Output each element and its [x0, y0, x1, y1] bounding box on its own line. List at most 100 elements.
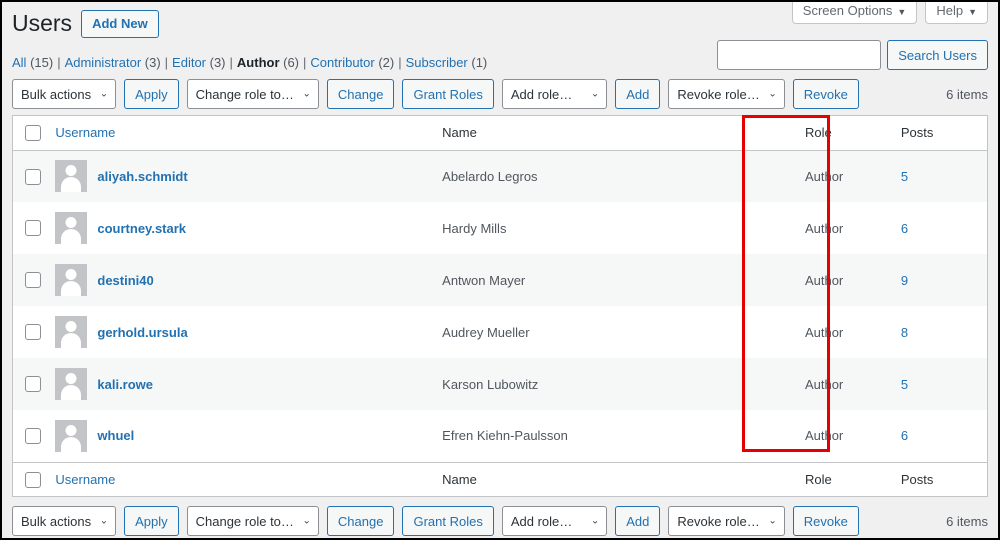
toolbar-bottom: Bulk actions ⌄ Apply Change role to… ⌄ C…: [12, 505, 988, 537]
username-cell: kali.rowe: [54, 358, 442, 410]
bulk-actions-select-top[interactable]: Bulk actions ⌄: [12, 79, 117, 109]
posts-cell: 6: [900, 202, 987, 254]
row-checkbox[interactable]: [25, 376, 41, 393]
filter-link-editor[interactable]: Editor: [172, 55, 206, 70]
chevron-down-icon: ⌄: [768, 515, 777, 527]
role-filter-links: All (15) | Administrator (3) | Editor (3) | Au…: [12, 55, 487, 70]
username-link[interactable]: gerhold.ursula: [97, 325, 187, 340]
add-role-label: Add role…: [510, 513, 573, 529]
chevron-down-icon: ⌄: [768, 88, 777, 100]
row-select-cell: [13, 202, 54, 254]
row-checkbox[interactable]: [25, 220, 41, 237]
posts-count-link[interactable]: 8: [901, 325, 908, 340]
role-cell: Author: [804, 428, 844, 444]
filter-count: (3): [141, 55, 161, 70]
add-role-label: Add role…: [510, 86, 573, 102]
grant-roles-button-bottom[interactable]: Grant Roles: [402, 506, 494, 536]
table-row: gerhold.ursula Audrey Mueller Author 8: [13, 306, 987, 358]
page-title: Users: [12, 10, 73, 37]
posts-cell: 5: [899, 150, 987, 202]
role-cell: Author: [804, 220, 844, 236]
column-footer-username[interactable]: Username: [54, 461, 442, 496]
column-header-username[interactable]: Username: [54, 116, 442, 151]
row-select-cell: [13, 150, 55, 202]
username-link[interactable]: courtney.stark: [97, 221, 186, 236]
add-button-top[interactable]: Add: [615, 79, 661, 109]
add-button-bottom[interactable]: Add: [615, 506, 661, 536]
filter-link-administrator[interactable]: Administrator: [65, 55, 142, 70]
filter-link-author[interactable]: Author: [237, 55, 280, 70]
change-role-label: Change role to…: [195, 513, 294, 529]
username-link[interactable]: destini40: [97, 273, 153, 288]
filter-separator: |: [57, 55, 61, 70]
items-count-bottom: 6 items: [946, 513, 988, 529]
chevron-down-icon: ⌄: [99, 88, 109, 100]
table-row: whuel Efren Kiehn-Paulsson Author 6: [13, 410, 987, 462]
chevron-down-icon: ⌄: [302, 515, 311, 527]
change-button-top[interactable]: Change: [326, 79, 395, 109]
revoke-button-top[interactable]: Revoke: [792, 79, 859, 109]
search-input[interactable]: [717, 40, 882, 70]
table-body: aliyah.schmidt Abelardo Legros Author 5 cour…: [13, 150, 987, 462]
row-checkbox[interactable]: [25, 272, 41, 289]
name-cell: Karson Lubowitz: [441, 358, 804, 410]
select-all-checkbox-footer[interactable]: [25, 471, 41, 488]
add-new-button[interactable]: Add New: [81, 10, 159, 39]
posts-count-link[interactable]: 5: [901, 169, 908, 184]
filter-separator: |: [229, 55, 233, 70]
row-checkbox[interactable]: [25, 324, 41, 341]
revoke-button-bottom[interactable]: Revoke: [792, 506, 859, 536]
posts-count-link[interactable]: 6: [901, 428, 908, 443]
posts-count-link[interactable]: 5: [901, 377, 908, 392]
name-cell: Efren Kiehn-Paulsson: [442, 428, 568, 444]
revoke-role-select-bottom[interactable]: Revoke role… ⌄: [668, 506, 785, 536]
avatar: [55, 419, 88, 452]
add-role-select-top[interactable]: Add role… ⌄: [501, 79, 608, 109]
username-sort-link[interactable]: Username: [55, 125, 115, 140]
name-cell: Hardy Mills: [442, 220, 507, 236]
column-header-name: Name: [441, 116, 804, 151]
screen-options-tab[interactable]: Screen Options ▼: [791, 2, 918, 25]
revoke-role-select-top[interactable]: Revoke role… ⌄: [668, 79, 785, 109]
page-header: Users Add New: [12, 10, 159, 39]
column-footer-name: Name: [441, 461, 804, 496]
posts-count-link[interactable]: 9: [901, 273, 908, 288]
select-all-header: [13, 116, 55, 151]
help-tab[interactable]: Help ▼: [925, 2, 988, 25]
select-all-checkbox[interactable]: [25, 125, 41, 142]
apply-button-bottom[interactable]: Apply: [124, 506, 179, 536]
help-label: Help: [936, 3, 964, 18]
grant-roles-button-top[interactable]: Grant Roles: [402, 79, 494, 109]
table-row: courtney.stark Hardy Mills Author 6: [13, 202, 987, 254]
row-select-cell: [13, 410, 54, 462]
filter-separator: |: [303, 55, 307, 70]
toolbar-top: Bulk actions ⌄ Apply Change role to… ⌄ C…: [12, 78, 988, 110]
role-cell: Author: [803, 150, 900, 202]
change-role-select-bottom[interactable]: Change role to… ⌄: [186, 506, 319, 536]
bulk-actions-select-bottom[interactable]: Bulk actions ⌄: [12, 506, 117, 536]
change-role-select-top[interactable]: Change role to… ⌄: [186, 79, 319, 109]
posts-count-link[interactable]: 6: [901, 221, 908, 236]
filter-separator: |: [164, 55, 169, 70]
column-footer-role: Role: [803, 461, 900, 496]
row-checkbox[interactable]: [25, 168, 41, 185]
filter-link-subscriber[interactable]: Subscriber: [406, 55, 468, 70]
apply-button-top[interactable]: Apply: [124, 79, 179, 109]
username-link[interactable]: whuel: [97, 428, 134, 443]
filter-separator: |: [398, 55, 402, 70]
add-role-select-bottom[interactable]: Add role… ⌄: [501, 506, 608, 536]
chevron-down-icon: ⌄: [590, 515, 600, 527]
row-checkbox[interactable]: [25, 428, 41, 445]
filter-link-all[interactable]: All: [12, 55, 26, 70]
screen-options-label: Screen Options: [802, 3, 893, 18]
filter-link-contributor[interactable]: Contributor: [310, 55, 374, 70]
avatar: [55, 264, 88, 296]
change-button-bottom[interactable]: Change: [326, 506, 395, 536]
table-foot: Username Name Role Posts: [13, 461, 987, 496]
username-link[interactable]: aliyah.schmidt: [97, 169, 187, 184]
username-link[interactable]: kali.rowe: [97, 377, 153, 392]
search-users-button[interactable]: Search Users: [887, 40, 988, 70]
avatar: [55, 160, 88, 193]
username-sort-link-footer[interactable]: Username: [55, 472, 115, 487]
column-header-role: Role: [803, 116, 900, 151]
